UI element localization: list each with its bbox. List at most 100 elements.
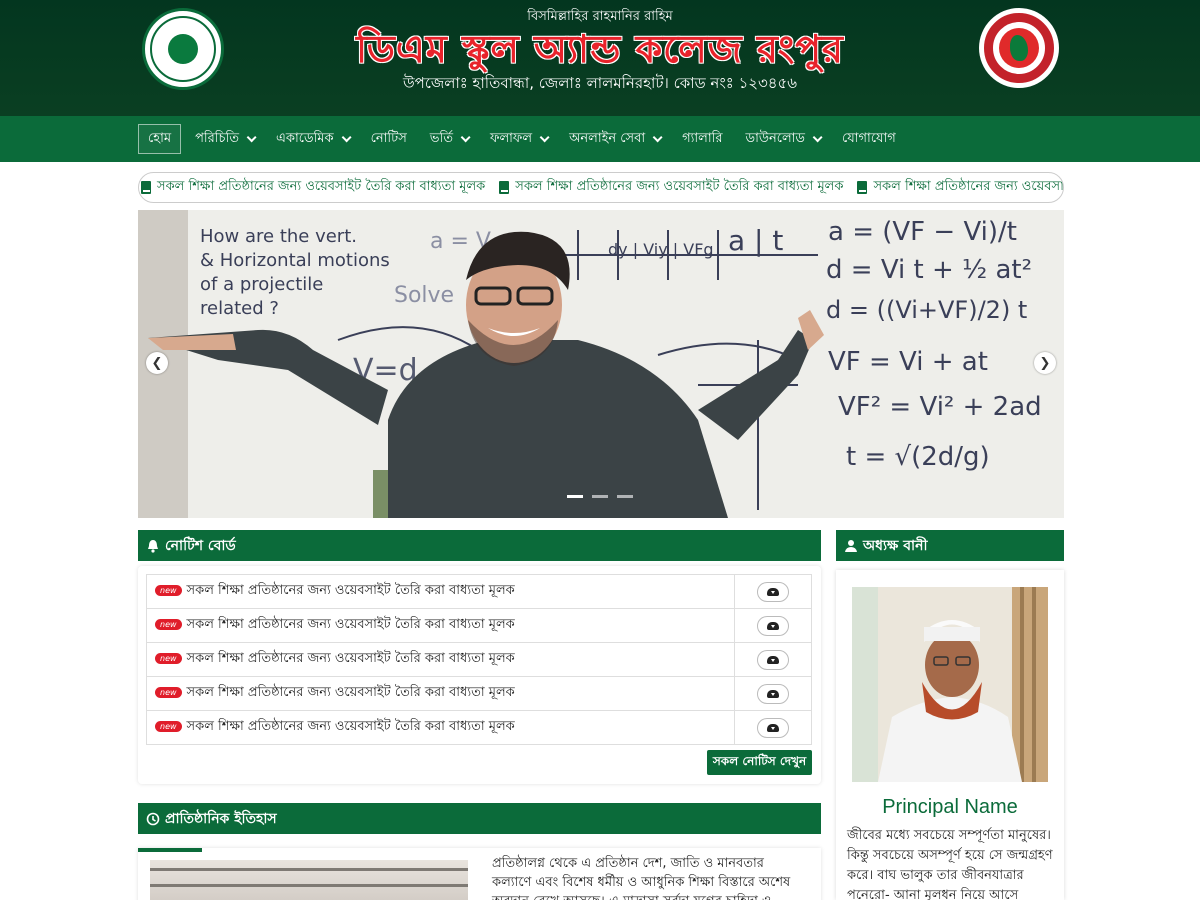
ticker-item-text: সকল শিক্ষা প্রতিষ্ঠানের জন্য ওয়েবসাইট ত… (873, 179, 1064, 194)
site-header: বিসমিল্লাহির রাহমানির রাহিম ডিএম স্কুল অ… (0, 0, 1200, 116)
nav-item-label: অনলাইন সেবা (569, 130, 646, 146)
book-icon (499, 181, 510, 194)
slider-dot[interactable] (617, 495, 633, 498)
government-seal-ring (984, 13, 1054, 83)
bell-icon (148, 539, 158, 553)
chevron-down-icon (812, 131, 823, 142)
nav-item-label: ভর্তি (429, 130, 453, 146)
nav-list: হোম পরিচিতি একাডেমিক নোটিস ভর্তি ফলাফল অনলাইন … (138, 124, 910, 154)
chevron-down-icon (341, 131, 352, 142)
slider-next-button[interactable]: ❯ (1034, 352, 1056, 374)
history-header: প্রাতিষ্ঠানিক ইতিহাস (138, 803, 821, 834)
slider-dot[interactable] (567, 495, 583, 498)
notice-board-title: নোটিশ বোর্ড (165, 537, 236, 554)
new-badge: new (155, 619, 182, 630)
notice-link[interactable]: সকল শিক্ষা প্রতিষ্ঠানের জন্য ওয়েবসাইট ত… (187, 583, 515, 598)
teacher-icon (845, 539, 857, 552)
notice-link[interactable]: সকল শিক্ষা প্রতিষ্ঠানের জন্য ওয়েবসাইট ত… (187, 685, 515, 700)
view-all-notices-button[interactable]: সকল নোটিস দেখুন (707, 750, 812, 775)
chevron-left-icon: ❮ (151, 355, 163, 371)
notice-board-header: নোটিশ বোর্ড (138, 530, 821, 561)
nav-item-0[interactable]: হোম (138, 124, 182, 154)
nav-item-2[interactable]: একাডেমিক (267, 124, 357, 154)
formula-2: d = Vi t + ½ at² (826, 255, 1032, 285)
history-text: প্রতিষ্ঠালগ্ন থেকে এ প্রতিষ্ঠান দেশ, জাত… (492, 856, 791, 900)
ticker-item[interactable]: সকল শিক্ষা প্রতিষ্ঠানের জন্য ওয়েবসাইট ত… (857, 177, 1064, 198)
nav-item-label: ফলাফল (489, 130, 533, 146)
nav-item-5[interactable]: ফলাফল (481, 124, 555, 154)
notice-row: new সকল শিক্ষা প্রতিষ্ঠানের জন্য ওয়েবসাই… (146, 642, 812, 677)
cloud-download-icon (767, 689, 779, 698)
board-text-line-4: related ? (200, 298, 279, 319)
board-text-dy-vy-vfg: dy | Viy | VFg (608, 240, 714, 259)
principal-section-title: অধ্যক্ষ বানী (863, 537, 928, 554)
government-seal (979, 8, 1059, 88)
new-badge: new (155, 721, 182, 732)
principal-name: Principal Name (882, 796, 1018, 818)
ticker-item[interactable]: সকল শিক্ষা প্রতিষ্ঠানের জন্য ওয়েবসাইট ত… (141, 177, 485, 198)
ticker-item-text: সকল শিক্ষা প্রতিষ্ঠানের জন্য ওয়েবসাইট ত… (157, 179, 486, 194)
history-title: প্রাতিষ্ঠানিক ইতিহাস (165, 810, 277, 827)
nav-item-4[interactable]: ভর্তি (421, 124, 476, 154)
notice-link[interactable]: সকল শিক্ষা প্রতিষ্ঠানের জন্য ওয়েবসাইট ত… (187, 651, 515, 666)
download-button[interactable] (757, 615, 789, 636)
formula-6: t = √(2d/g) (846, 442, 990, 472)
nav-item-label: একাডেমিক (276, 130, 334, 146)
notice-link[interactable]: সকল শিক্ষা প্রতিষ্ঠানের জন্য ওয়েবসাইট ত… (187, 719, 515, 734)
formula-1: a = (VF − Vi)/t (828, 217, 1017, 247)
nav-item-8[interactable]: ডাউনলোড (737, 124, 828, 154)
nav-item-7[interactable]: গ্যালারি (673, 124, 731, 154)
ticker-item[interactable]: সকল শিক্ষা প্রতিষ্ঠানের জন্য ওয়েবসাইট ত… (499, 177, 843, 198)
history-card: প্রতিষ্ঠালগ্ন থেকে এ প্রতিষ্ঠান দেশ, জাত… (138, 848, 821, 900)
slider-dot[interactable] (592, 495, 608, 498)
download-button[interactable] (757, 717, 789, 738)
nav-item-9[interactable]: যোগাযোগ (833, 124, 905, 154)
slider-prev-button[interactable]: ❮ (146, 352, 168, 374)
new-badge: new (155, 687, 182, 698)
main-nav: হোম পরিচিতি একাডেমিক নোটিস ভর্তি ফলাফল অনলাইন … (0, 116, 1200, 162)
history-accent (138, 848, 202, 852)
chevron-down-icon (652, 131, 663, 142)
board-text-at: a | t (728, 224, 783, 257)
notice-table: new সকল শিক্ষা প্রতিষ্ঠানের জন্য ওয়েবসাই… (146, 574, 812, 745)
notice-row: new সকল শিক্ষা প্রতিষ্ঠানের জন্য ওয়েবসাই… (146, 574, 812, 609)
board-text-line-3: of a projectile (200, 274, 323, 295)
nav-item-6[interactable]: অনলাইন সেবা (560, 124, 668, 154)
board-text-line-2: & Horizontal motions (200, 250, 390, 271)
chevron-down-icon (246, 131, 257, 142)
nav-item-label: নোটিস (370, 130, 407, 146)
formula-5: VF² = Vi² + 2ad (838, 392, 1042, 422)
principal-card: Principal Name জীবের মধ্যে সবচেয়ে সম্পূ… (836, 570, 1064, 900)
nav-item-3[interactable]: নোটিস (362, 124, 416, 154)
news-ticker[interactable]: সকল শিক্ষা প্রতিষ্ঠানের জন্য ওয়েবসাইট ত… (138, 172, 1064, 203)
principal-header: অধ্যক্ষ বানী (836, 530, 1064, 561)
ticker-item-text: সকল শিক্ষা প্রতিষ্ঠানের জন্য ওয়েবসাইট ত… (515, 179, 844, 194)
notice-row: new সকল শিক্ষা প্রতিষ্ঠানের জন্য ওয়েবসাই… (146, 710, 812, 745)
nav-item-label: গ্যালারি (682, 130, 723, 146)
cloud-download-icon (767, 655, 779, 664)
nav-item-label: হোম (148, 130, 172, 146)
nav-item-label: যোগাযোগ (842, 130, 896, 146)
download-button[interactable] (757, 683, 789, 704)
notice-link[interactable]: সকল শিক্ষা প্রতিষ্ঠানের জন্য ওয়েবসাইট ত… (187, 617, 515, 632)
slider-dots (567, 495, 633, 498)
seal-inner (999, 28, 1039, 68)
chevron-right-icon: ❯ (1039, 355, 1051, 371)
nav-item-1[interactable]: পরিচিতি (186, 124, 262, 154)
cloud-download-icon (767, 723, 779, 732)
book-icon (857, 181, 868, 194)
history-building-image (150, 860, 468, 900)
principal-message: জীবের মধ্যে সবচেয়ে সম্পূর্ণতা মানুষের। … (847, 828, 1053, 900)
chevron-down-icon (460, 131, 471, 142)
hero-slider: How are the vert. & Horizontal motions o… (138, 210, 1064, 518)
cloud-download-icon (767, 587, 779, 596)
download-button[interactable] (757, 581, 789, 602)
book-icon (141, 181, 151, 194)
new-badge: new (155, 653, 182, 664)
history-icon (146, 812, 160, 825)
formula-4: VF = Vi + at (828, 347, 988, 377)
notice-row: new সকল শিক্ষা প্রতিষ্ঠানের জন্য ওয়েবসাই… (146, 608, 812, 643)
bangladesh-map-icon (1010, 35, 1028, 61)
download-button[interactable] (757, 649, 789, 670)
formula-3: d = ((Vi+VF)/2) t (826, 296, 1027, 324)
